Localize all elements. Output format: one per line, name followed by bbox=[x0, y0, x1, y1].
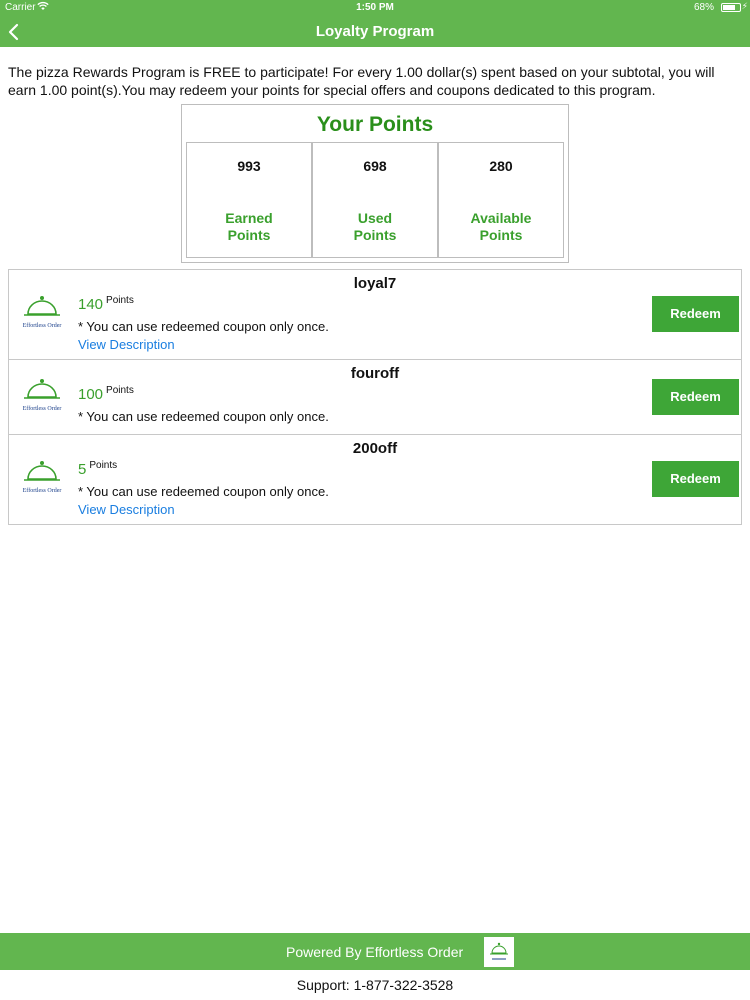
footer-logo-icon bbox=[484, 937, 514, 967]
coupon-points-unit: Points bbox=[106, 295, 134, 306]
status-bar: Carrier 1:50 PM 68% ⚡ bbox=[0, 0, 750, 16]
logo-text: Effortless Order bbox=[22, 323, 62, 329]
coupon-card: loyal7 Effortless Order 140 Points * You … bbox=[8, 269, 742, 360]
program-description: The pizza Rewards Program is FREE to par… bbox=[8, 64, 715, 98]
coupon-points-unit: Points bbox=[89, 460, 118, 471]
coupon-points-value: 100 bbox=[78, 386, 104, 403]
used-points-cell: 698 Used Points bbox=[312, 142, 438, 258]
redeem-button[interactable]: Redeem bbox=[652, 461, 739, 497]
redeem-button[interactable]: Redeem bbox=[652, 379, 739, 415]
battery-percent: 68% bbox=[693, 2, 714, 13]
status-time: 1:50 PM bbox=[356, 2, 394, 13]
points-summary: Your Points 993 Earned Points 698 Used P… bbox=[181, 104, 569, 263]
redeem-button[interactable]: Redeem bbox=[652, 296, 739, 332]
earned-points-cell: 993 Earned Points bbox=[186, 142, 312, 258]
logo-text: Effortless Order bbox=[22, 488, 62, 494]
coupon-points-unit: Points bbox=[106, 385, 134, 396]
coupon-note: * You can use redeemed coupon only once. bbox=[78, 319, 329, 334]
coupon-card: 200off Effortless Order 5 Points * You ca… bbox=[8, 434, 742, 525]
coupon-points-value: 5 bbox=[78, 461, 87, 478]
view-description-link[interactable]: View Description bbox=[78, 502, 175, 517]
coupon-name: 200off bbox=[352, 440, 398, 457]
coupon-points: 100 Points bbox=[78, 385, 134, 403]
coupon-name: fouroff bbox=[350, 365, 400, 382]
page-title: Loyalty Program bbox=[315, 23, 435, 40]
coupon-points: 140 Points bbox=[78, 295, 134, 313]
used-points-value: 698 bbox=[363, 158, 387, 174]
coupon-card: fouroff Effortless Order 100 Points * You… bbox=[8, 359, 742, 435]
logo-text: Effortless Order bbox=[22, 406, 62, 412]
coupon-note: * You can use redeemed coupon only once. bbox=[78, 409, 329, 424]
earned-points-value: 993 bbox=[237, 158, 261, 174]
coupon-points: 5 Points bbox=[78, 460, 117, 478]
points-title: Your Points bbox=[316, 113, 434, 136]
footer-bar: Powered By Effortless Order bbox=[0, 933, 750, 970]
coupon-name: loyal7 bbox=[353, 275, 397, 292]
effortless-order-logo: Effortless Order bbox=[14, 459, 70, 497]
view-description-link[interactable]: View Description bbox=[78, 337, 175, 352]
coupon-note: * You can use redeemed coupon only once. bbox=[78, 484, 329, 499]
powered-by-text: Powered By Effortless Order bbox=[286, 944, 464, 960]
battery-icon bbox=[721, 3, 741, 12]
available-points-label: Available Points bbox=[470, 210, 532, 243]
charging-icon: ⚡ bbox=[741, 1, 748, 11]
effortless-order-logo: Effortless Order bbox=[14, 294, 70, 332]
earned-points-label: Earned Points bbox=[225, 210, 273, 243]
effortless-order-logo: Effortless Order bbox=[14, 377, 70, 415]
support-phone: Support: 1-877-322-3528 bbox=[296, 977, 454, 993]
coupon-points-value: 140 bbox=[78, 296, 104, 313]
available-points-cell: 280 Available Points bbox=[438, 142, 564, 258]
available-points-value: 280 bbox=[489, 158, 513, 174]
nav-bar: Loyalty Program bbox=[0, 16, 750, 47]
used-points-label: Used Points bbox=[353, 210, 397, 243]
top-bar: Carrier 1:50 PM 68% ⚡ Loyalty Program bbox=[0, 0, 750, 47]
